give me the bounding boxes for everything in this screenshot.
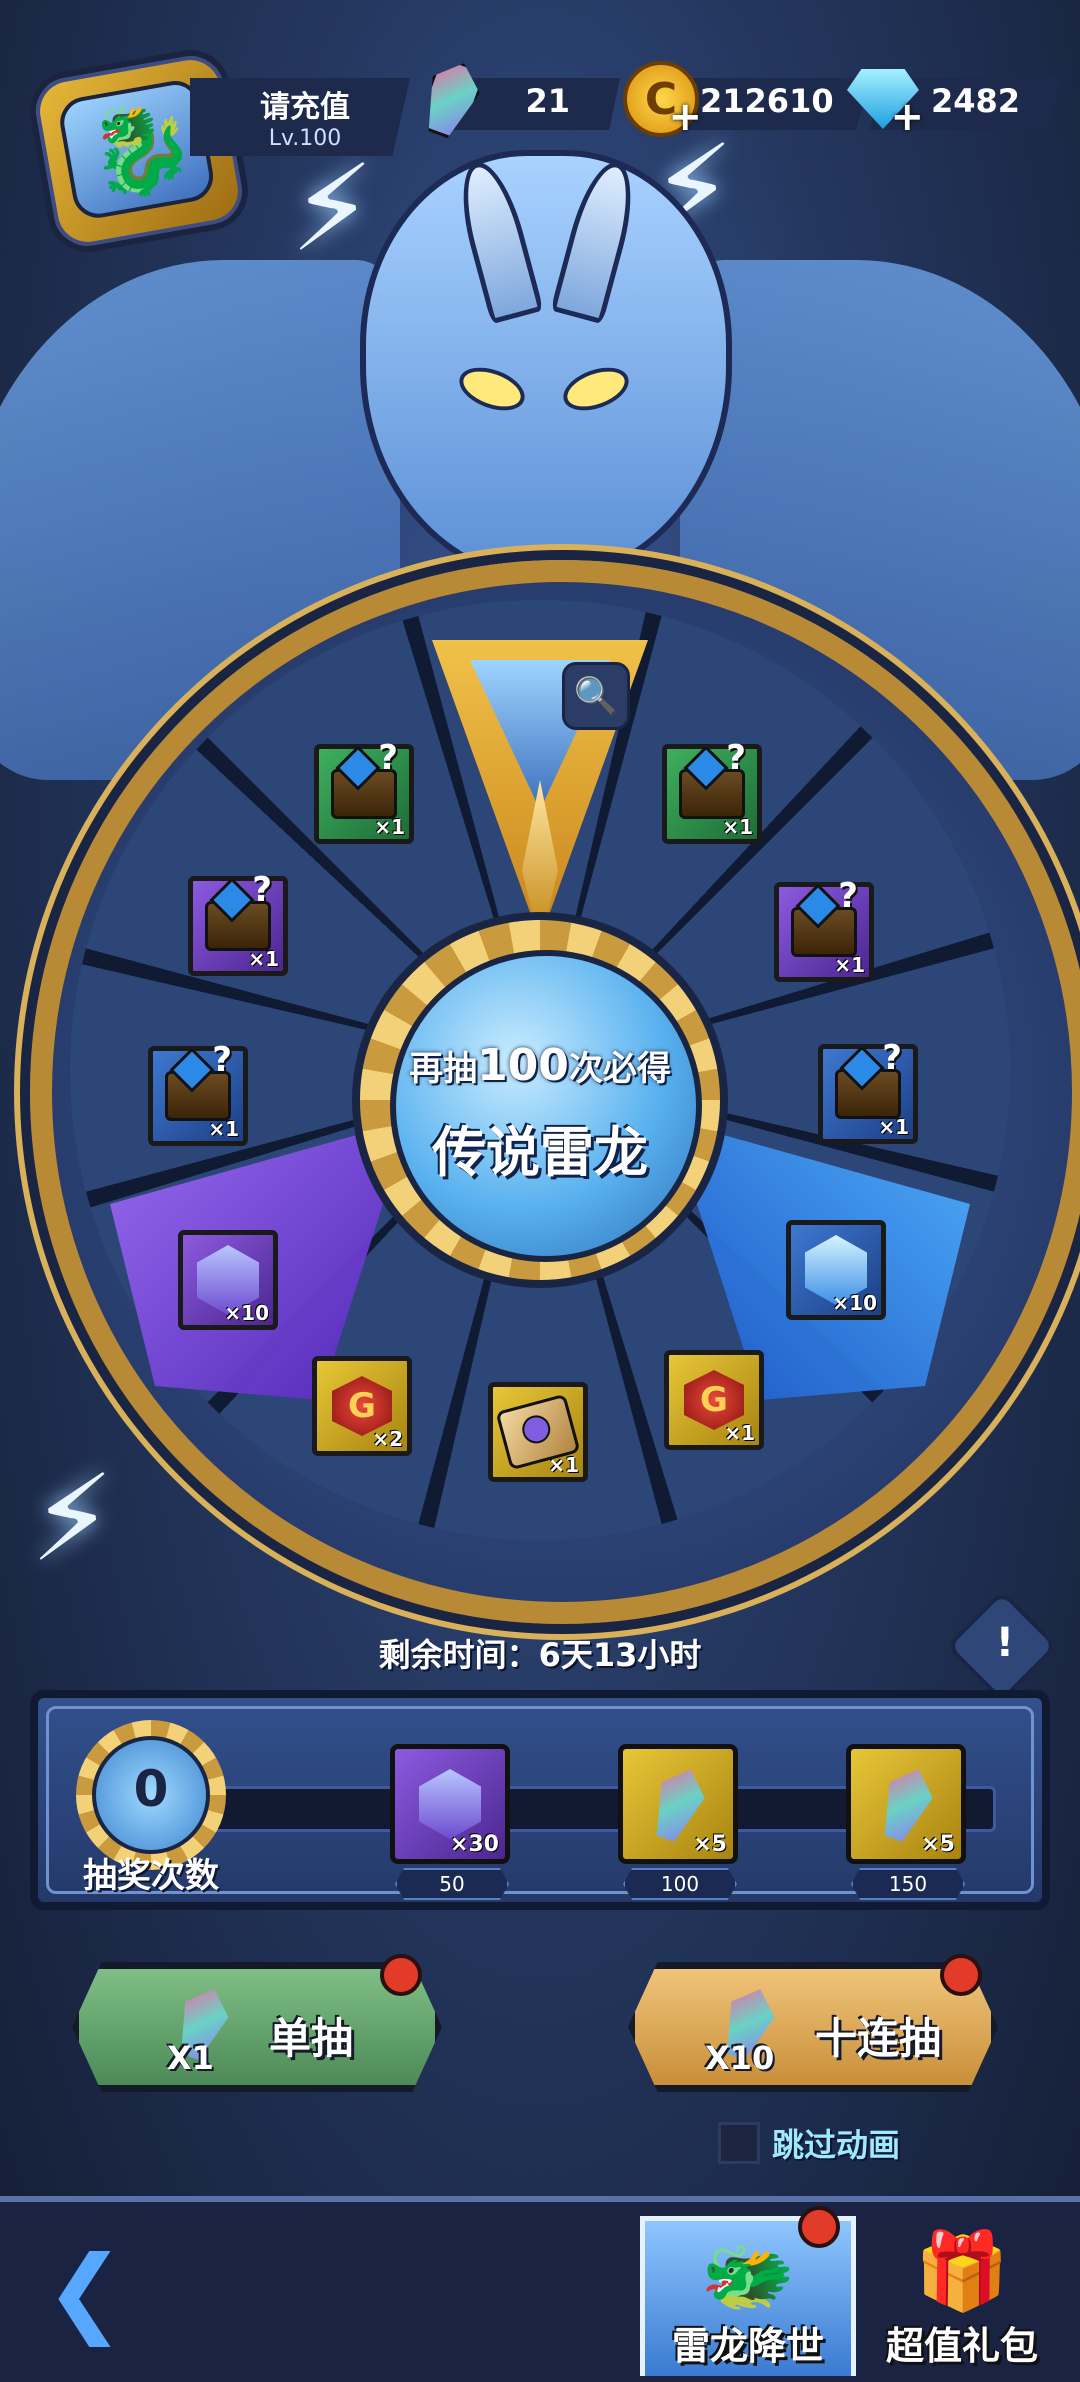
wheel-item-scroll: ×1	[488, 1382, 588, 1482]
back-button[interactable]: ❮	[20, 2235, 150, 2347]
info-button[interactable]: !	[945, 1589, 1059, 1703]
skip-animation-toggle[interactable]: 跳过动画	[718, 2120, 900, 2166]
legendary-prize-name: 传说雷龙	[432, 1121, 648, 1184]
diamond-add-button[interactable]: +	[842, 58, 924, 140]
wheel-item-chest: ×1	[314, 738, 414, 844]
player-name: 请充值	[260, 90, 350, 125]
wheel-item-chest: ×1	[148, 1040, 248, 1146]
wheel-center-gem	[390, 950, 702, 1262]
pity-counter-text: 再抽100次必得	[409, 1040, 671, 1091]
lightning-icon: ⚡	[290, 140, 375, 279]
dragon-head-art	[360, 150, 732, 582]
milestone-reward-1[interactable]: ×30	[390, 1744, 510, 1864]
skip-animation-label: 跳过动画	[772, 2126, 901, 2164]
wheel-item-red-sigil: G ×1	[664, 1350, 764, 1450]
single-draw-cost: X1	[167, 2039, 214, 2077]
wheel-item-chest: ×1	[188, 870, 288, 976]
milestone-reward-3[interactable]: ×5	[846, 1744, 966, 1864]
gift-icon: 🎁	[914, 2226, 1010, 2315]
wheel-item-chest: ×1	[774, 876, 874, 982]
milestone-threshold-2: 100	[623, 1868, 737, 1900]
magnify-preview-button[interactable]: 🔍	[562, 662, 630, 730]
ten-draw-cost: X10	[705, 2039, 775, 2077]
exclamation-icon: !	[995, 1620, 1014, 1667]
single-draw-label: 单抽	[269, 2014, 354, 2063]
player-level: Lv.100	[268, 126, 342, 151]
crystal-count: 21	[525, 82, 570, 120]
milestone-reward-2[interactable]: ×5	[618, 1744, 738, 1864]
notification-dot	[380, 1954, 422, 1996]
remaining-time: 剩余时间：6天13小时	[378, 1636, 702, 1674]
wheel-item-red-sigil: G ×2	[312, 1356, 412, 1456]
wheel-item-chest: ×1	[662, 738, 762, 844]
dragon-icon: 🐲	[700, 2231, 796, 2320]
lightning-icon: ⚡	[30, 1450, 115, 1589]
notification-dot	[798, 2206, 840, 2248]
tab-label: 雷龙降世	[671, 2324, 824, 2368]
diamond-count: 2482	[930, 82, 1020, 120]
milestone-threshold-3: 150	[851, 1868, 965, 1900]
milestone-threshold-1: 50	[395, 1868, 509, 1900]
draw-count-label: 抽奖次数	[83, 1856, 219, 1896]
wheel-item-blue-gem: ×10	[786, 1220, 886, 1320]
tab-value-gift-pack[interactable]: 🎁 超值礼包	[862, 2216, 1062, 2376]
notification-dot	[940, 1954, 982, 1996]
gold-count: 212610	[700, 82, 834, 120]
gold-coin-add-button[interactable]: C +	[620, 58, 702, 140]
ten-draw-label: 十连抽	[815, 2014, 942, 2063]
skip-animation-checkbox[interactable]	[718, 2122, 760, 2164]
draw-count-value: 0	[133, 1760, 169, 1818]
back-arrow-icon: ❮	[44, 2235, 126, 2347]
tab-label: 超值礼包	[885, 2324, 1038, 2368]
wheel-item-purple-gem: ×10	[178, 1230, 278, 1330]
wheel-item-chest: ×1	[818, 1038, 918, 1144]
